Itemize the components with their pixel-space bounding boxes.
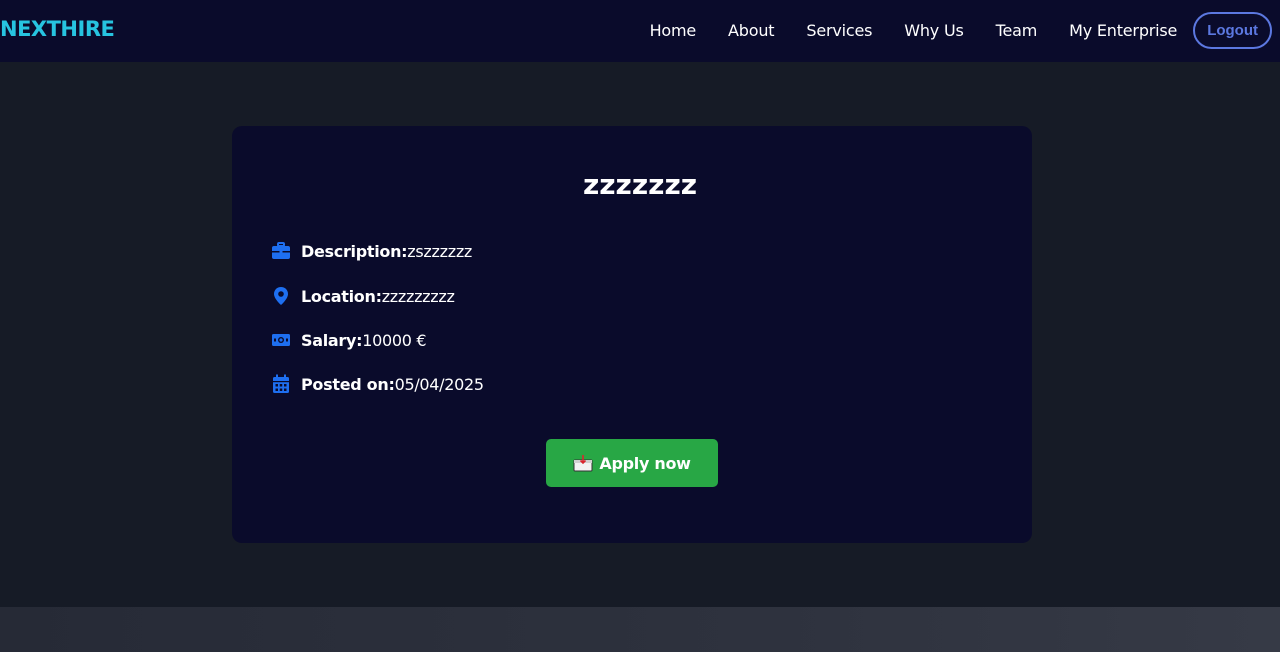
money-bill-icon [271,330,291,350]
location-row: Location: zzzzzzzzz [271,286,455,306]
salary-row: Salary: 10000 € [271,330,427,350]
nav-team[interactable]: Team [996,21,1038,40]
navbar: NEXTHIRE Home About Services Why Us Team… [0,0,1280,62]
posted-row: Posted on: 05/04/2025 [271,374,484,394]
nav-links: Home About Services Why Us Team My Enter… [618,10,1272,51]
nav-home[interactable]: Home [650,21,697,40]
nav-services[interactable]: Services [806,21,872,40]
description-label: Description: [301,241,408,261]
footer [0,607,1280,652]
description-value: zszzzzzz [407,241,473,261]
job-title: zzzzzzz [582,168,698,201]
posted-label: Posted on: [301,374,395,394]
salary-value: 10000 € [362,330,427,350]
posted-value: 05/04/2025 [394,374,485,394]
nav-my-enterprise[interactable]: My Enterprise [1069,21,1177,40]
logout-button[interactable]: Logout [1193,12,1272,49]
nav-why-us[interactable]: Why Us [904,21,964,40]
apply-now-button[interactable]: Apply now [546,439,718,487]
inbox-tray-icon [573,454,593,472]
briefcase-icon [271,241,291,261]
description-row: Description: zszzzzzz [271,241,472,261]
calendar-icon [271,374,291,394]
brand-logo[interactable]: NEXTHIRE [0,17,115,41]
location-label: Location: [301,286,382,306]
map-pin-icon [271,286,291,306]
nav-about[interactable]: About [728,21,775,40]
location-value: zzzzzzzzz [381,286,455,306]
salary-label: Salary: [301,330,363,350]
apply-now-label: Apply now [599,453,691,473]
